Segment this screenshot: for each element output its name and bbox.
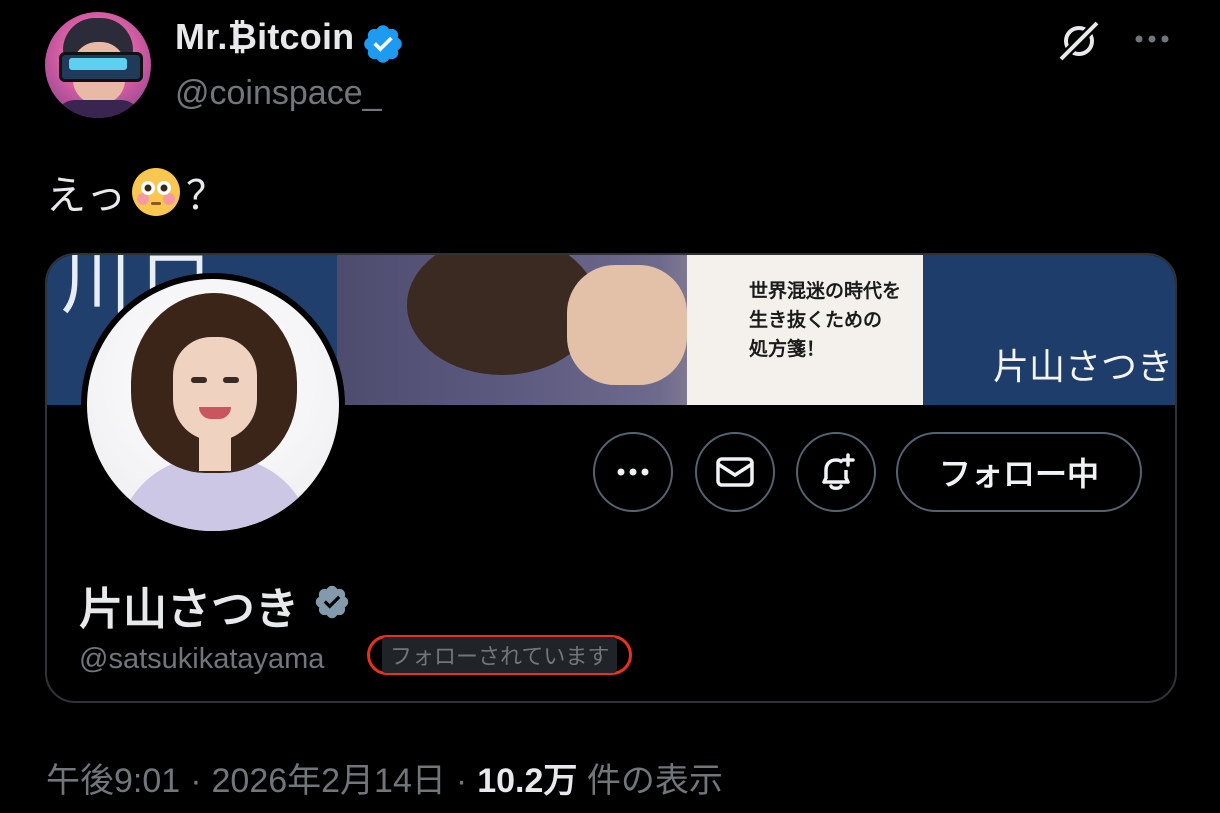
gray-verified-badge-icon[interactable]	[313, 583, 351, 621]
follows-you-badge: フォローされています	[367, 635, 633, 675]
bell-plus-icon	[822, 453, 855, 490]
tweet-text: えっ ？	[46, 163, 226, 221]
tweet-text-prefix: えっ	[46, 174, 126, 218]
tweet-date[interactable]: 2026年2月14日	[212, 762, 446, 800]
profile-more-button[interactable]	[593, 432, 673, 512]
view-count[interactable]: 10.2万	[477, 762, 577, 800]
profile-card[interactable]: 川口 世界混迷の時代を 生き抜くための 処方箋！ 片山さつき フォロー中 片山さ…	[45, 253, 1177, 703]
banner-name: 片山さつき	[993, 347, 1174, 388]
following-button[interactable]: フォロー中	[896, 432, 1142, 512]
banner-tagline-line: 生き抜くための	[749, 309, 883, 331]
banner-tagline: 世界混迷の時代を 生き抜くための 処方箋！	[749, 277, 901, 364]
profile-name[interactable]: 片山さつき	[79, 573, 299, 637]
verified-badge-icon[interactable]	[361, 22, 405, 66]
envelope-icon	[716, 457, 754, 487]
author-name[interactable]: Mr.₿itcoin	[175, 16, 354, 58]
message-button[interactable]	[695, 432, 775, 512]
author-handle[interactable]: @coinspace_	[175, 74, 382, 113]
more-dots-icon	[617, 468, 649, 476]
profile-avatar[interactable]	[81, 273, 345, 537]
tweet-text-suffix: ？	[186, 174, 226, 218]
grok-icon[interactable]	[1056, 18, 1102, 64]
tweet-time[interactable]: 午後9:01	[46, 762, 180, 800]
more-options-icon[interactable]	[1130, 22, 1174, 56]
banner-tagline-line: 処方箋！	[749, 338, 826, 360]
flushed-face-emoji-icon	[132, 168, 180, 216]
views-label: 件の表示	[586, 762, 723, 800]
profile-handle[interactable]: @satsukikatayama	[79, 643, 324, 676]
tweet-meta: 午後9:01 · 2026年2月14日 · 10.2万 件の表示	[46, 762, 723, 800]
banner-tagline-line: 世界混迷の時代を	[749, 280, 902, 302]
follows-you-label: フォローされています	[382, 637, 618, 673]
notification-button[interactable]	[796, 432, 876, 512]
author-avatar[interactable]	[45, 12, 151, 118]
